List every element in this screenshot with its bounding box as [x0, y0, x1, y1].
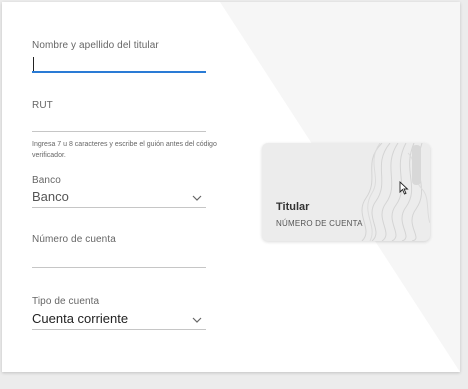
rut-helper-text: Ingresa 7 u 8 caracteres y escribe el gu…	[32, 141, 217, 159]
chevron-down-icon	[192, 317, 202, 323]
holder-name-field[interactable]: Nombre y apellido del titular	[32, 40, 206, 76]
account-type-label: Tipo de cuenta	[32, 296, 100, 307]
account-type-value: Cuenta corriente	[32, 311, 129, 326]
rut-underline	[32, 131, 206, 132]
card-scrollbar[interactable]	[412, 145, 421, 185]
account-number-underline	[32, 267, 206, 268]
bank-value: Banco	[32, 189, 69, 204]
text-caret	[33, 57, 34, 71]
account-number-label: Número de cuenta	[32, 234, 116, 245]
chevron-down-icon	[192, 195, 202, 201]
rut-helper-wrap: Ingresa 7 u 8 caracteres y escribe el gu…	[32, 139, 217, 161]
rut-label: RUT	[32, 100, 53, 111]
holder-name-label: Nombre y apellido del titular	[32, 40, 159, 51]
holder-name-underline	[32, 71, 206, 73]
bank-select[interactable]: Banco Banco	[32, 175, 206, 209]
account-type-select[interactable]: Tipo de cuenta Cuenta corriente	[32, 296, 206, 332]
bank-label: Banco	[32, 175, 61, 186]
card-account-number: NÚMERO DE CUENTA	[276, 219, 363, 228]
account-number-field[interactable]: Número de cuenta	[32, 234, 206, 270]
mouse-pointer-icon	[399, 181, 409, 195]
bank-underline	[32, 207, 206, 208]
account-type-underline	[32, 329, 206, 330]
rut-field[interactable]: RUT	[32, 100, 206, 134]
card-holder: Titular	[276, 201, 310, 213]
